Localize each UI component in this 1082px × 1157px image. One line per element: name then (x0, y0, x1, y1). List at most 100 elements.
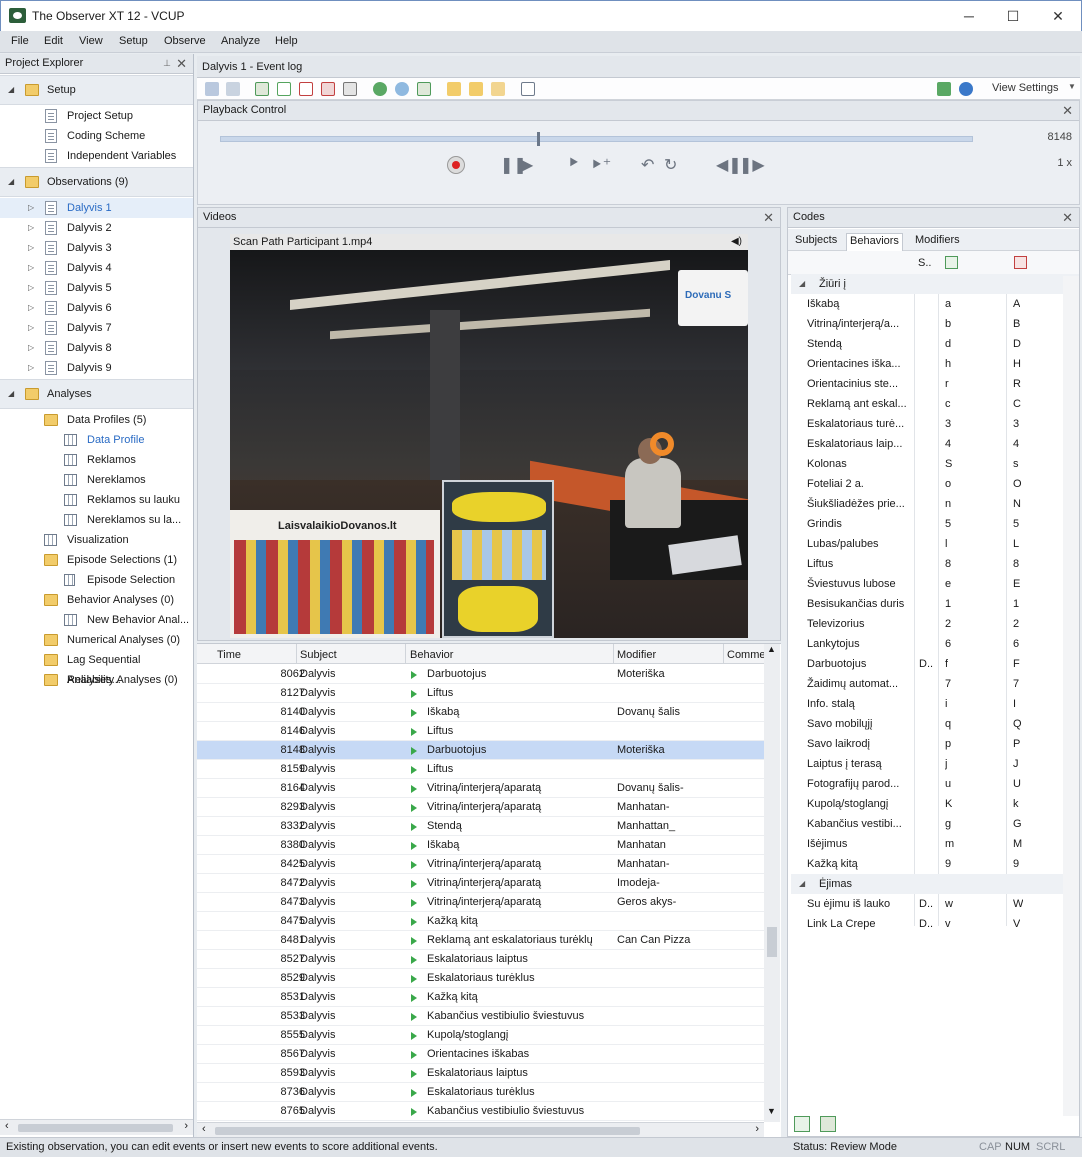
code-row[interactable]: Link La Crepe D.. v V (791, 914, 1079, 934)
expand-icon[interactable]: ▷ (28, 318, 34, 338)
table-row[interactable]: 8293 Dalyvis Vitriną/interjerą/aparatą Manh… (197, 798, 764, 817)
event-log-tab[interactable]: Dalyvis 1 - Event log (202, 61, 302, 73)
close-button[interactable]: ✕ (1036, 5, 1080, 27)
code-row[interactable]: Eskalatoriaus laip... 4 4 (791, 434, 1079, 454)
collapse-icon[interactable]: ◢ (8, 85, 14, 94)
add-group-icon[interactable] (820, 1116, 836, 1132)
code-row[interactable]: Vitriną/interjerą/a... b B (791, 314, 1079, 334)
menu-file[interactable]: File (11, 35, 29, 47)
insert-event-icon[interactable] (277, 82, 291, 96)
code-row[interactable]: Besisukančias duris 1 1 (791, 594, 1079, 614)
import-icon[interactable] (469, 82, 483, 96)
table-row[interactable]: 8164 Dalyvis Vitriną/interjerą/aparatą Dova… (197, 779, 764, 798)
code-row[interactable]: Kažką kitą 9 9 (791, 854, 1079, 874)
codes-group-ejimas[interactable]: ◢ Ėjimas (791, 874, 1079, 894)
scroll-left-icon[interactable]: ‹ (202, 1123, 206, 1135)
tree-item-episode-selections[interactable]: Episode Selections (1) (0, 550, 193, 570)
code-row[interactable]: Su ėjimu iš lauko D.. w W (791, 894, 1079, 914)
remove-icon[interactable] (321, 82, 335, 96)
playback-knob[interactable] (537, 132, 541, 146)
tree-item-observation[interactable]: ▷ Dalyvis 8 (0, 338, 193, 358)
table-row[interactable]: 8529 Dalyvis Eskalatoriaus turėklus (197, 969, 764, 988)
col-comment[interactable]: Comme (727, 649, 766, 661)
code-row[interactable]: Išėjimus m M (791, 834, 1079, 854)
menu-edit[interactable]: Edit (44, 35, 63, 47)
export-icon[interactable] (447, 82, 461, 96)
table-row[interactable]: 8380 Dalyvis Iškabą Manhatan (197, 836, 764, 855)
expand-icon[interactable]: ▷ (28, 238, 34, 258)
tree-item-data-profile[interactable]: Data Profile (0, 430, 193, 450)
table-row[interactable]: 8533 Dalyvis Kabančius vestibiulio šviestu… (197, 1007, 764, 1026)
code-row[interactable]: Info. stalą i I (791, 694, 1079, 714)
explorer-close-icon[interactable]: ✕ (176, 54, 187, 73)
table-row[interactable]: 8146 Dalyvis Liftus (197, 722, 764, 741)
code-row[interactable]: Stendą d D (791, 334, 1079, 354)
tree-group-observations[interactable]: ◢ Observations (9) (0, 167, 193, 197)
tree-item-data-profiles[interactable]: Data Profiles (5) (0, 410, 193, 430)
table-row[interactable]: 8475 Dalyvis Kažką kitą (197, 912, 764, 931)
scroll-left-icon[interactable]: ‹ (5, 1120, 9, 1132)
previous-button[interactable]: ◀❚ (716, 155, 742, 175)
tree-item-observation[interactable]: ▷ Dalyvis 1 (0, 198, 193, 218)
tree-item-project-setup[interactable]: Project Setup (0, 106, 193, 126)
expand-icon[interactable]: ▷ (28, 218, 34, 238)
menu-observe[interactable]: Observe (164, 35, 206, 47)
table-row[interactable]: 8531 Dalyvis Kažką kitą (197, 988, 764, 1007)
table-row[interactable]: 8567 Dalyvis Orientacines iškabas (197, 1045, 764, 1064)
code-row[interactable]: Orientacines iška... h H (791, 354, 1079, 374)
videos-close-icon[interactable]: ✕ (763, 208, 774, 227)
expand-icon[interactable]: ▷ (28, 298, 34, 318)
reload-button[interactable]: ↻ (664, 155, 677, 175)
tree-item-observation[interactable]: ▷ Dalyvis 3 (0, 238, 193, 258)
table-row[interactable]: 8473 Dalyvis Vitriną/interjerą/aparatą Gero… (197, 893, 764, 912)
scroll-right-icon[interactable]: › (755, 1123, 759, 1135)
expand-icon[interactable]: ▷ (28, 358, 34, 378)
tree-item-visualization[interactable]: Visualization (0, 530, 193, 550)
delete-event-icon[interactable] (299, 82, 313, 96)
play-button[interactable]: ▶ (521, 155, 533, 175)
tree-item-behavior-analyses[interactable]: Behavior Analyses (0) (0, 590, 193, 610)
table-row[interactable]: 8062 Dalyvis Darbuotojus Moteriška (197, 665, 764, 684)
tree-group-setup[interactable]: ◢ Setup (0, 75, 193, 105)
expand-icon[interactable]: ▷ (28, 338, 34, 358)
table-row[interactable]: 8555 Dalyvis Kupolą/stoglangį (197, 1026, 764, 1045)
tree-item-data-profile[interactable]: Nereklamos (0, 470, 193, 490)
view-settings-button[interactable]: View Settings (992, 82, 1058, 94)
tree-item-episode-selection[interactable]: Episode Selection (0, 570, 193, 590)
expand-icon[interactable]: ▷ (28, 198, 34, 218)
zoom-icon[interactable] (395, 82, 409, 96)
col-time[interactable]: Time (217, 649, 241, 661)
tree-group-analyses[interactable]: ◢ Analyses (0, 379, 193, 409)
col-subject[interactable]: Subject (300, 649, 337, 661)
minimize-button[interactable]: ─ (947, 5, 991, 27)
menu-analyze[interactable]: Analyze (221, 35, 260, 47)
add-circle-icon[interactable] (373, 82, 387, 96)
scroll-up-icon[interactable]: ▲ (767, 644, 776, 654)
tree-item-observation[interactable]: ▷ Dalyvis 5 (0, 278, 193, 298)
tree-item-data-profile[interactable]: Reklamos su lauku (0, 490, 193, 510)
dropdown-icon[interactable]: ▼ (1068, 82, 1076, 91)
table-row[interactable]: 8332 Dalyvis Stendą Manhattan_ (197, 817, 764, 836)
explorer-hscroll[interactable]: ‹ › (0, 1119, 193, 1135)
step-forward-button[interactable]: ⯈ (567, 155, 580, 173)
code-row[interactable]: Iškabą a A (791, 294, 1079, 314)
table-row[interactable]: 8593 Dalyvis Eskalatoriaus laiptus (197, 1064, 764, 1083)
log-vscroll[interactable]: ▲ ▼ (764, 644, 780, 1122)
code-row[interactable]: Lankytojus 6 6 (791, 634, 1079, 654)
col-modifier[interactable]: Modifier (617, 649, 656, 661)
tree-item-data-profile[interactable]: Nereklamos su la... (0, 510, 193, 530)
scroll-thumb[interactable] (767, 927, 777, 957)
collapse-icon[interactable]: ◢ (799, 874, 805, 894)
undo-icon[interactable] (205, 82, 219, 96)
collapse-icon[interactable]: ◢ (8, 389, 14, 398)
rewind-button[interactable]: ↶ (641, 155, 654, 175)
table-row[interactable]: 8765 Dalyvis Kabančius vestibiulio šviestu… (197, 1102, 764, 1121)
collapse-icon[interactable]: ◢ (8, 177, 14, 186)
code-row[interactable]: Fotografijų parod... u U (791, 774, 1079, 794)
code-row[interactable]: Šviestuvus lubose e E (791, 574, 1079, 594)
add-code-icon[interactable] (794, 1116, 810, 1132)
layout-icon[interactable] (521, 82, 535, 96)
menu-help[interactable]: Help (275, 35, 298, 47)
codes-close-icon[interactable]: ✕ (1062, 208, 1073, 227)
code-row[interactable]: Kupolą/stoglangį Kk (791, 794, 1079, 814)
